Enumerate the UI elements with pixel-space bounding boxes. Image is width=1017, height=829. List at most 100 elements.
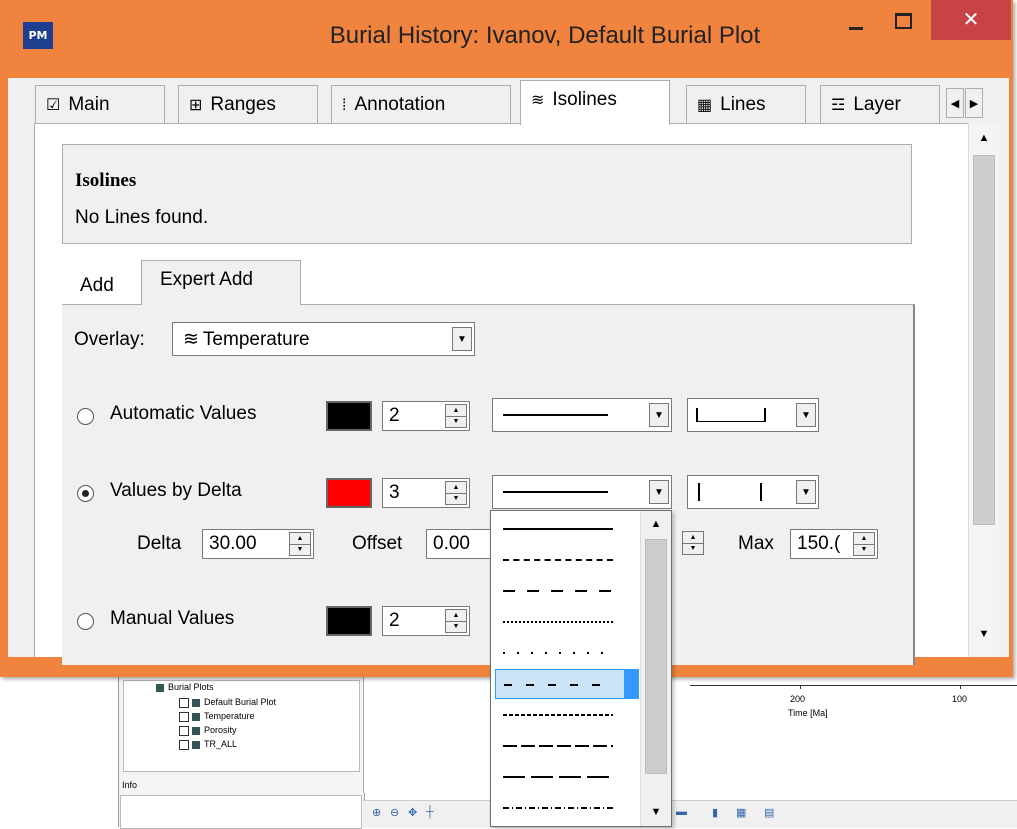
overlay-select[interactable]: ≋ Temperature ▼	[172, 322, 475, 356]
tree-root[interactable]: Burial Plots	[156, 682, 214, 692]
grid-icon[interactable]: ▦	[736, 806, 746, 819]
tab-main[interactable]: ☑ Main	[35, 85, 165, 123]
tab-layer[interactable]: ☲ Layer	[820, 85, 940, 123]
chevron-down-icon[interactable]: ▼	[796, 480, 816, 504]
tab-scroll-right-button[interactable]: ▶	[965, 88, 983, 118]
close-button[interactable]: ✕	[931, 0, 1011, 40]
spin-down-icon[interactable]: ▼	[446, 416, 466, 427]
info-label: Info	[122, 780, 138, 790]
chevron-down-icon[interactable]: ▼	[452, 327, 472, 351]
delta-color-swatch[interactable]	[326, 478, 372, 508]
chevron-right-icon: ▶	[969, 98, 979, 110]
tree-item[interactable]: Default Burial Plot	[179, 697, 276, 708]
manual-values-label: Manual Values	[110, 608, 235, 629]
isolines-icon: ≋	[183, 329, 199, 350]
minimize-button[interactable]	[838, 0, 874, 42]
scroll-up-button[interactable]: ▲	[973, 127, 995, 149]
checkbox[interactable]	[179, 697, 189, 708]
zoom-in-icon[interactable]: ⊕	[372, 806, 381, 819]
tab-annotation[interactable]: ⁞ Annotation	[331, 85, 511, 123]
spin-down-icon[interactable]: ▼	[446, 493, 466, 504]
spin-down-icon[interactable]: ▼	[683, 543, 703, 554]
spin-down-icon[interactable]: ▼	[290, 544, 310, 555]
manual-color-swatch[interactable]	[326, 606, 372, 636]
isolines-icon: ≋	[531, 92, 545, 109]
checkbox[interactable]	[179, 711, 189, 722]
tab-lines[interactable]: ▦ Lines	[686, 85, 806, 123]
scroll-down-button[interactable]: ▼	[645, 801, 667, 823]
tab-scroll-left-button[interactable]: ◀	[946, 88, 964, 118]
tab-isolines[interactable]: ≋ Isolines	[520, 80, 670, 125]
manual-values-radio[interactable]	[77, 613, 94, 630]
automatic-line-style-select[interactable]: ▼	[492, 398, 672, 432]
title-bar[interactable]: PM Burial History: Ivanov, Default Buria…	[0, 0, 1013, 78]
line-style-option[interactable]	[495, 576, 635, 606]
automatic-values-radio[interactable]	[77, 408, 94, 425]
chevron-down-icon[interactable]: ▼	[796, 403, 816, 427]
tree-item[interactable]: Porosity	[179, 725, 237, 736]
zoom-out-icon[interactable]: ⊖	[390, 806, 399, 819]
tree-item[interactable]: Temperature	[179, 711, 255, 722]
isolines-message: No Lines found.	[75, 207, 209, 228]
maximize-button[interactable]	[883, 0, 921, 42]
values-by-delta-label: Values by Delta	[110, 480, 242, 501]
min-value-spinner[interactable]: ▲ ▼	[672, 529, 706, 559]
manual-width-spinner[interactable]: 2 ▲ ▼	[382, 606, 470, 636]
solid-line-preview	[503, 414, 608, 416]
tick-style-preview	[696, 408, 766, 422]
line-style-option[interactable]	[495, 545, 635, 575]
chevron-left-icon: ◀	[950, 98, 960, 110]
crosshair-icon[interactable]: ┼	[426, 806, 434, 818]
background-plot	[363, 675, 1017, 793]
chevron-down-icon[interactable]: ▼	[649, 480, 669, 504]
folder-icon	[156, 683, 164, 692]
line-style-option[interactable]	[495, 700, 635, 730]
axis-tick	[800, 685, 801, 689]
subtab-expert-add[interactable]: Expert Add	[141, 260, 301, 305]
bars-icon[interactable]: ▮	[712, 806, 718, 819]
delta-tick-style-select[interactable]: ▼	[687, 475, 819, 509]
color-icon[interactable]: ▬	[676, 806, 687, 818]
time-axis	[690, 685, 1017, 686]
line-style-option[interactable]	[495, 731, 635, 761]
line-style-option[interactable]	[495, 638, 635, 668]
line-style-option[interactable]	[495, 762, 635, 792]
checkbox[interactable]	[179, 739, 189, 750]
delta-line-style-select[interactable]: ▼	[492, 475, 672, 509]
subtab-add[interactable]: Add	[62, 267, 140, 305]
checkbox[interactable]	[179, 725, 189, 736]
line-style-option[interactable]	[495, 793, 635, 823]
scrollbar-thumb[interactable]	[645, 539, 667, 774]
lines-icon: ▦	[697, 97, 713, 114]
line-style-option[interactable]	[495, 607, 635, 637]
line-style-dropdown-list[interactable]: ▲ ▼	[490, 510, 672, 827]
delta-width-spinner[interactable]: 3 ▲ ▼	[382, 478, 470, 508]
dialog-vertical-scrollbar[interactable]: ▲ ▼	[968, 123, 999, 657]
app-icon: PM	[23, 22, 53, 49]
values-by-delta-radio[interactable]	[77, 485, 94, 502]
automatic-width-spinner[interactable]: 2 ▲ ▼	[382, 401, 470, 431]
max-label: Max	[738, 533, 774, 554]
overlay-value: ≋ Temperature	[183, 329, 310, 350]
automatic-tick-style-select[interactable]: ▼	[687, 398, 819, 432]
delta-value-spinner[interactable]: 30.00 ▲ ▼	[202, 529, 314, 559]
automatic-color-swatch[interactable]	[326, 401, 372, 431]
chevron-down-icon[interactable]: ▼	[649, 403, 669, 427]
line-style-option-selected[interactable]	[495, 669, 639, 699]
tick-mark	[698, 483, 700, 501]
spin-down-icon[interactable]: ▼	[446, 621, 466, 632]
scrollbar-thumb[interactable]	[973, 155, 995, 525]
legend-icon[interactable]: ▤	[764, 806, 774, 819]
scroll-down-button[interactable]: ▼	[973, 623, 995, 645]
pan-icon[interactable]: ✥	[408, 806, 417, 819]
max-value-spinner[interactable]: 150.( ▲ ▼	[790, 529, 878, 559]
annotation-icon: ⁞	[342, 97, 347, 114]
dropdown-scrollbar[interactable]: ▲ ▼	[640, 511, 671, 826]
scroll-up-button[interactable]: ▲	[645, 513, 667, 535]
tick-mark	[760, 483, 762, 501]
spin-down-icon[interactable]: ▼	[854, 544, 874, 555]
plot-icon	[192, 726, 200, 735]
tab-ranges[interactable]: ⊞ Ranges	[178, 85, 318, 123]
line-style-option[interactable]	[495, 514, 635, 544]
tree-item[interactable]: TR_ALL	[179, 739, 237, 750]
